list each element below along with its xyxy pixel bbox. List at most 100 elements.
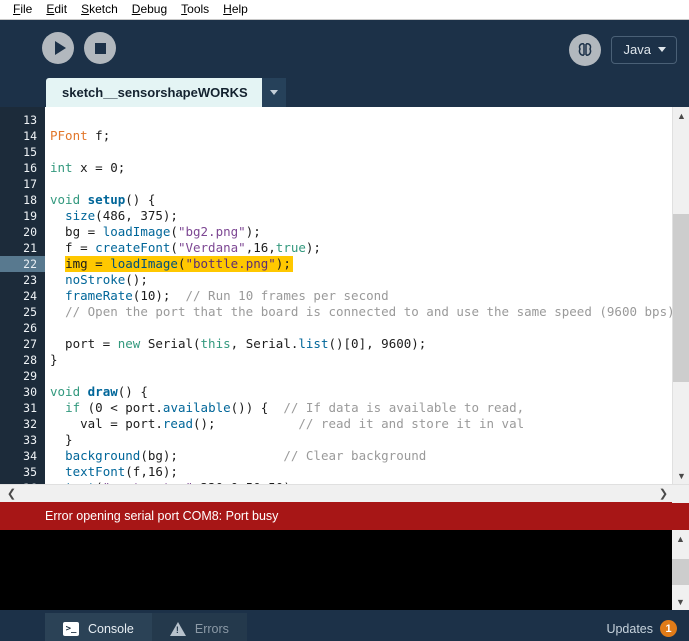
code-token: (0 < port.: [80, 400, 163, 415]
code-line[interactable]: [45, 176, 689, 192]
run-button[interactable]: [42, 32, 74, 64]
scroll-left-arrow-icon[interactable]: ❮: [3, 485, 20, 502]
stop-button[interactable]: [84, 32, 116, 64]
updates-indicator[interactable]: Updates 1: [606, 620, 677, 637]
code-line[interactable]: }: [45, 432, 689, 448]
code-token: // read it and store it in val: [298, 416, 525, 431]
editor-vscroll-thumb[interactable]: [673, 214, 689, 382]
code-line[interactable]: noStroke();: [45, 272, 689, 288]
menu-item-sketch[interactable]: Sketch: [74, 0, 125, 19]
code-token: new: [117, 336, 141, 351]
menu-item-help[interactable]: Help: [216, 0, 255, 19]
toolbar-right-group: Java: [568, 34, 677, 66]
console-scroll-up-arrow-icon[interactable]: ▲: [672, 530, 689, 547]
code-line[interactable]: if (0 < port.available()) { // If data i…: [45, 400, 689, 416]
code-token: loadImage: [110, 256, 178, 271]
code-token: // If data is available to read,: [283, 400, 525, 415]
mode-selector[interactable]: Java: [610, 36, 677, 64]
code-line[interactable]: bg = loadImage("bg2.png");: [45, 224, 689, 240]
code-line[interactable]: }: [45, 352, 689, 368]
line-number: 35: [23, 465, 37, 479]
debug-button[interactable]: [568, 34, 601, 66]
scroll-up-arrow-icon[interactable]: ▲: [673, 107, 689, 124]
code-line[interactable]: // Open the port that the board is conne…: [45, 304, 689, 320]
code-line[interactable]: textFont(f,16);: [45, 464, 689, 480]
menu-item-file[interactable]: File: [6, 0, 39, 19]
line-number: 17: [23, 177, 37, 191]
console-output-panel: ▲ ▼: [0, 530, 689, 610]
line-number: 23: [23, 273, 37, 287]
line-number: 34: [23, 449, 37, 463]
tab-console-label: Console: [88, 621, 134, 636]
console-vertical-scrollbar[interactable]: ▲ ▼: [672, 530, 689, 610]
menu-item-debug[interactable]: Debug: [125, 0, 174, 19]
code-token: frameRate: [65, 288, 133, 303]
code-line[interactable]: f = createFont("Verdana",16,true);: [45, 240, 689, 256]
scrollbar-corner: [672, 485, 689, 503]
code-line[interactable]: background(bg); // Clear background: [45, 448, 689, 464]
code-token: draw: [87, 384, 118, 399]
code-line[interactable]: [45, 144, 689, 160]
code-token: );: [275, 256, 291, 271]
editor-horizontal-scrollbar[interactable]: ❮ ❯: [0, 484, 689, 503]
code-line[interactable]: port = new Serial(this, Serial.list()[0]…: [45, 336, 689, 352]
menu-label-sketch: ketch: [89, 2, 118, 16]
code-token: ()[0], 9600);: [328, 336, 427, 351]
sketch-tab[interactable]: sketch__sensorshapeWORKS: [46, 78, 262, 107]
tab-errors[interactable]: Errors: [151, 613, 247, 641]
stop-icon: [94, 42, 106, 54]
error-message-bar: Error opening serial port COM8: Port bus…: [0, 502, 689, 530]
line-number: 20: [23, 225, 37, 239]
code-line[interactable]: frameRate(10); // Run 10 frames per seco…: [45, 288, 689, 304]
warning-triangle-icon: [169, 621, 186, 636]
menu-label-tools: ools: [187, 2, 210, 16]
code-token: val = port.: [50, 416, 163, 431]
code-token: true: [275, 240, 306, 255]
menu-item-edit[interactable]: Edit: [39, 0, 74, 19]
code-line[interactable]: [45, 320, 689, 336]
line-number: 22: [0, 256, 45, 272]
console-output-text[interactable]: [0, 530, 672, 610]
code-line[interactable]: void draw() {: [45, 384, 689, 400]
menu-label-file: ile: [20, 2, 33, 16]
code-token: void: [50, 384, 81, 399]
code-line[interactable]: [45, 112, 689, 128]
code-text-area[interactable]: PFont f; int x = 0; void setup() { size(…: [45, 107, 689, 484]
line-number: 29: [23, 369, 37, 383]
line-number: 21: [23, 241, 37, 255]
code-token: // Open the port that the board is conne…: [65, 304, 675, 319]
console-scroll-down-arrow-icon[interactable]: ▼: [672, 593, 689, 610]
code-line[interactable]: void setup() {: [45, 192, 689, 208]
code-token: ();: [193, 416, 299, 431]
code-token: , Serial.: [230, 336, 299, 351]
menu-bar: File Edit Sketch Debug Tools Help: [0, 0, 689, 20]
code-token: background: [65, 448, 141, 463]
code-token: loadImage: [102, 224, 171, 239]
code-line[interactable]: img = loadImage("bottle.png");: [45, 256, 689, 272]
scroll-right-arrow-icon[interactable]: ❯: [655, 485, 672, 502]
code-line[interactable]: size(486, 375);: [45, 208, 689, 224]
line-number: 25: [23, 305, 37, 319]
scroll-down-arrow-icon[interactable]: ▼: [673, 467, 689, 484]
code-line[interactable]: [45, 368, 689, 384]
code-line[interactable]: PFont f;: [45, 128, 689, 144]
code-token: // Clear background: [283, 448, 427, 463]
code-token: read: [162, 416, 193, 431]
editor-vertical-scrollbar[interactable]: ▲ ▼: [672, 107, 689, 484]
tab-menu-button[interactable]: [261, 78, 286, 107]
code-token: // Run 10 frames per second: [185, 288, 389, 303]
line-number: 24: [23, 289, 37, 303]
menu-label-help: elp: [231, 2, 248, 16]
highlighted-code-segment: img = loadImage("bottle.png");: [65, 256, 293, 272]
code-line[interactable]: int x = 0;: [45, 160, 689, 176]
tab-console[interactable]: >_ Console: [45, 613, 152, 641]
menu-item-tools[interactable]: Tools: [174, 0, 216, 19]
code-token: size: [65, 208, 96, 223]
console-vscroll-thumb[interactable]: [672, 559, 689, 585]
code-line[interactable]: val = port.read(); // read it and store …: [45, 416, 689, 432]
menu-mnemonic-help: H: [223, 2, 232, 16]
code-token: f;: [87, 128, 111, 143]
